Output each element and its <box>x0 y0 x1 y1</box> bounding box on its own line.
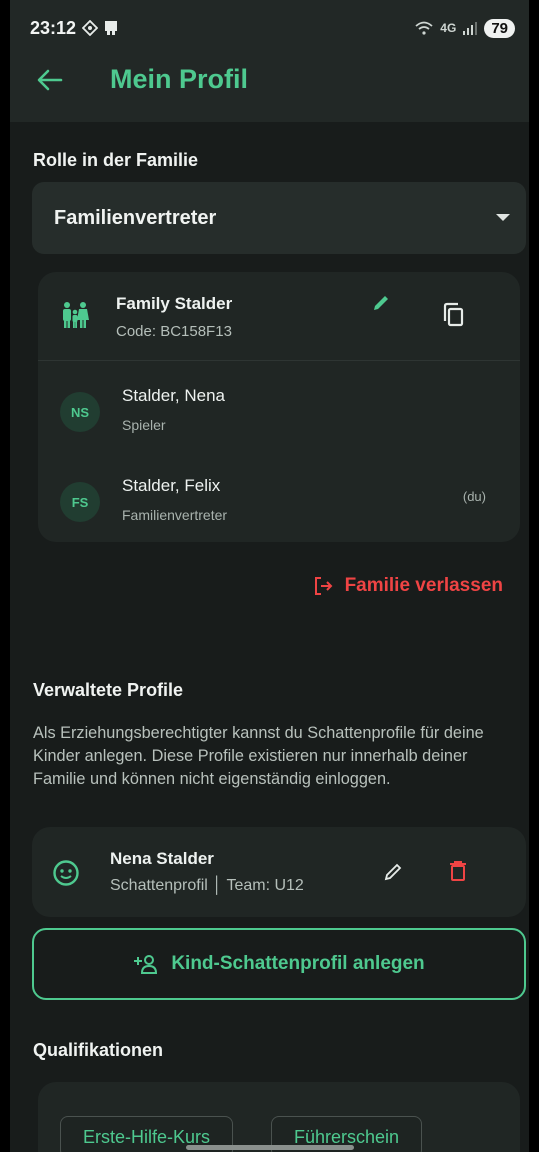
family-name: Family Stalder <box>116 294 233 313</box>
qualifications-card: Erste-Hilfe-Kurs Führerschein <box>38 1082 520 1152</box>
member-avatar: NS <box>60 392 100 432</box>
add-child-profile-button[interactable]: Kind-Schattenprofil anlegen <box>32 928 526 1000</box>
dropdown-arrow-icon <box>496 214 510 221</box>
add-person-icon <box>134 955 158 974</box>
member-name: Stalder, Nena <box>122 386 226 405</box>
family-member-row[interactable]: NS Stalder, Nena Spieler <box>38 372 520 442</box>
managed-section-label: Verwaltete Profile <box>33 680 184 700</box>
back-arrow-icon[interactable] <box>34 64 66 96</box>
member-name: Stalder, Felix <box>122 476 221 495</box>
battery-indicator: 79 <box>484 18 515 38</box>
logout-icon <box>314 577 332 595</box>
member-role: Spieler <box>122 417 166 433</box>
shadow-profile-name: Nena Stalder <box>110 849 214 868</box>
managed-description: Als Erziehungsberechtigter kannst du Sch… <box>33 724 484 788</box>
role-dropdown-value: Familienvertreter <box>54 207 217 229</box>
leave-family-label: Familie verlassen <box>344 575 503 596</box>
edit-family-icon[interactable] <box>370 292 392 314</box>
status-time: 23:12 <box>30 17 77 38</box>
shadow-profile-card[interactable]: Nena Stalder Schattenprofil │ Team: U12 <box>32 827 526 917</box>
family-member-row[interactable]: FS Stalder, Felix Familienvertreter (du) <box>38 462 520 532</box>
edit-profile-icon[interactable] <box>382 861 404 883</box>
app-bar: 23:12 4G 79 Mein Profil <box>10 0 529 122</box>
member-avatar: FS <box>60 482 100 522</box>
current-user-tag: (du) <box>462 489 486 504</box>
delete-profile-icon[interactable] <box>449 860 467 882</box>
member-role: Familienvertreter <box>122 507 228 523</box>
family-card: Family Stalder Code: BC158F13 NS Stalder… <box>38 272 520 542</box>
shadow-profile-subtitle: Schattenprofil │ Team: U12 <box>110 877 304 894</box>
copy-code-icon[interactable] <box>442 302 466 328</box>
role-section-label: Rolle in der Familie <box>33 150 199 170</box>
gesture-nav-bar[interactable] <box>186 1145 354 1150</box>
family-code: Code: BC158F13 <box>116 323 232 340</box>
network-type: 4G <box>440 21 457 35</box>
sim-icon <box>105 21 118 35</box>
status-bar: 23:12 4G 79 <box>30 14 515 42</box>
add-child-profile-label: Kind-Schattenprofil anlegen <box>171 953 425 974</box>
role-dropdown[interactable]: Familienvertreter <box>32 182 526 254</box>
signal-icon <box>463 22 478 35</box>
wifi-icon <box>415 21 433 35</box>
page-title: Mein Profil <box>110 64 249 94</box>
divider <box>38 360 520 361</box>
family-icon <box>63 302 89 328</box>
screen: 23:12 4G 79 Mein Profil Rolle in der Fam… <box>10 0 529 1152</box>
nfc-icon <box>82 20 99 36</box>
child-face-icon <box>53 860 79 886</box>
qualifications-section-label: Qualifikationen <box>33 1040 164 1060</box>
leave-family-button[interactable]: Familie verlassen <box>313 575 503 597</box>
